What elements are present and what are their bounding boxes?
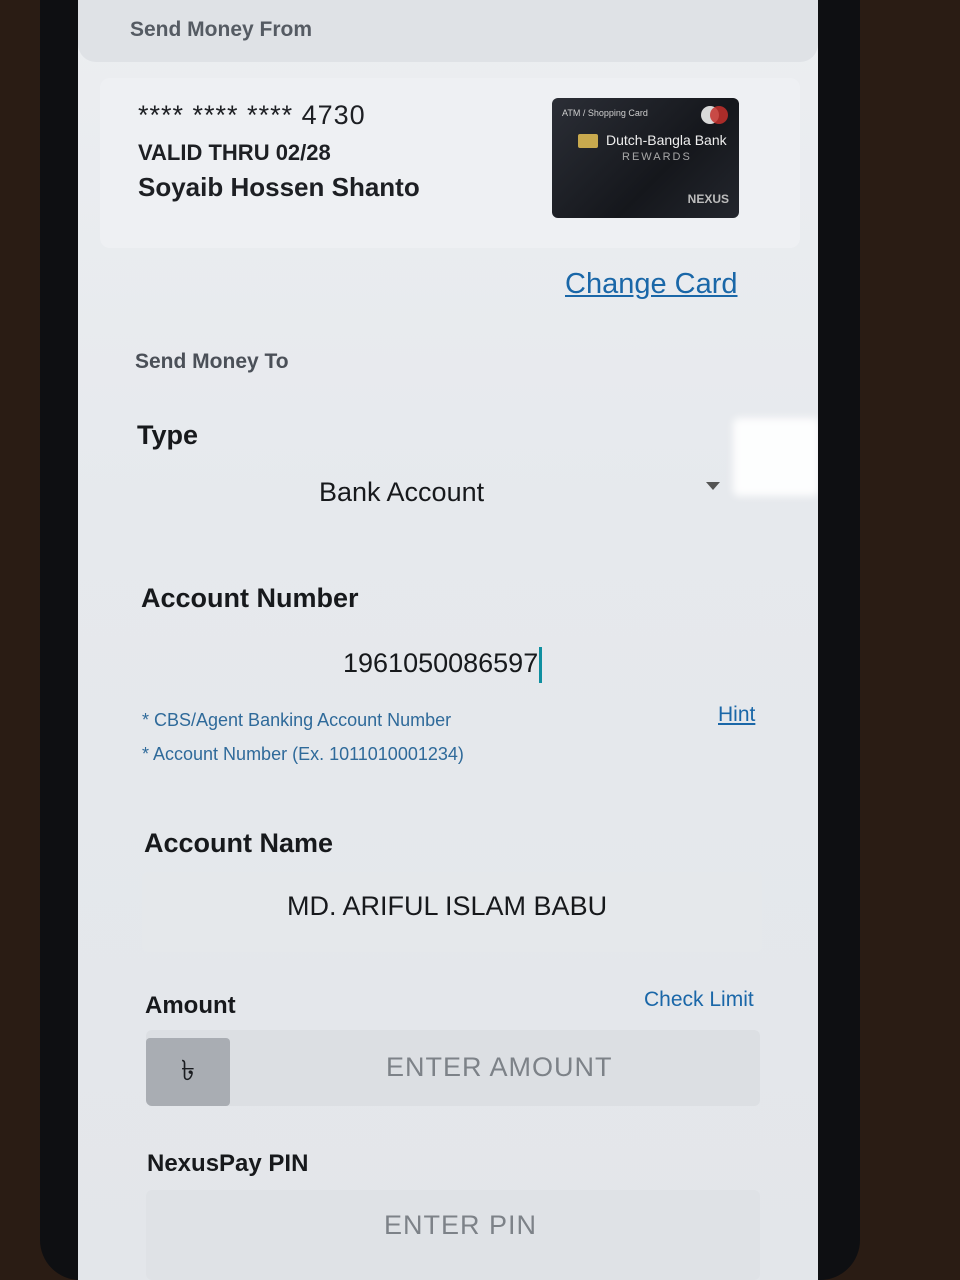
- pin-input[interactable]: ENTER PIN: [146, 1190, 760, 1280]
- amount-placeholder: ENTER AMOUNT: [386, 1052, 613, 1082]
- card-brand: NEXUS: [687, 192, 729, 206]
- account-number-input[interactable]: 1961050086597: [343, 647, 543, 683]
- account-note-2: * Account Number (Ex. 1011010001234): [142, 744, 464, 764]
- check-limit-link[interactable]: Check Limit: [644, 988, 754, 1012]
- amount-label: Amount: [145, 992, 236, 1019]
- card-network-logo-icon: [701, 106, 728, 124]
- app-screen: Send Money From **** **** **** 4730 VALI…: [78, 0, 818, 1280]
- account-name-label: Account Name: [144, 828, 334, 858]
- pin-placeholder: ENTER PIN: [384, 1210, 538, 1240]
- screen-glare: [733, 418, 818, 496]
- send-to-title: Send Money To: [135, 350, 289, 373]
- card-bank-name: Dutch-Bangla Bank: [606, 132, 727, 148]
- taka-currency-icon: ৳: [146, 1038, 230, 1106]
- type-select[interactable]: Bank Account: [319, 477, 484, 508]
- pin-label: NexusPay PIN: [147, 1150, 309, 1177]
- account-note-1: * CBS/Agent Banking Account Number: [142, 710, 452, 730]
- chevron-down-icon[interactable]: [706, 482, 720, 490]
- card-valid-thru: VALID THRU 02/28: [138, 140, 331, 165]
- card-type-label: ATM / Shopping Card: [562, 108, 648, 118]
- card-number-masked: **** **** **** 4730: [138, 100, 366, 130]
- change-card-link[interactable]: Change Card: [565, 268, 738, 301]
- text-cursor: [539, 647, 543, 683]
- account-name-value: MD. ARIFUL ISLAM BABU: [287, 891, 608, 921]
- card-program: REWARDS: [622, 151, 692, 163]
- account-number-label: Account Number: [141, 583, 359, 613]
- type-label: Type: [137, 420, 199, 450]
- account-number-value: 1961050086597: [343, 648, 539, 679]
- send-from-title: Send Money From: [130, 18, 313, 41]
- card-holder-name: Soyaib Hossen Shanto: [138, 172, 420, 202]
- debit-card-image: ATM / Shopping Card Dutch-Bangla Bank RE…: [552, 98, 739, 218]
- hint-link[interactable]: Hint: [718, 703, 755, 727]
- amount-input[interactable]: ৳ ENTER AMOUNT: [146, 1030, 760, 1106]
- card-chip-icon: [578, 134, 598, 148]
